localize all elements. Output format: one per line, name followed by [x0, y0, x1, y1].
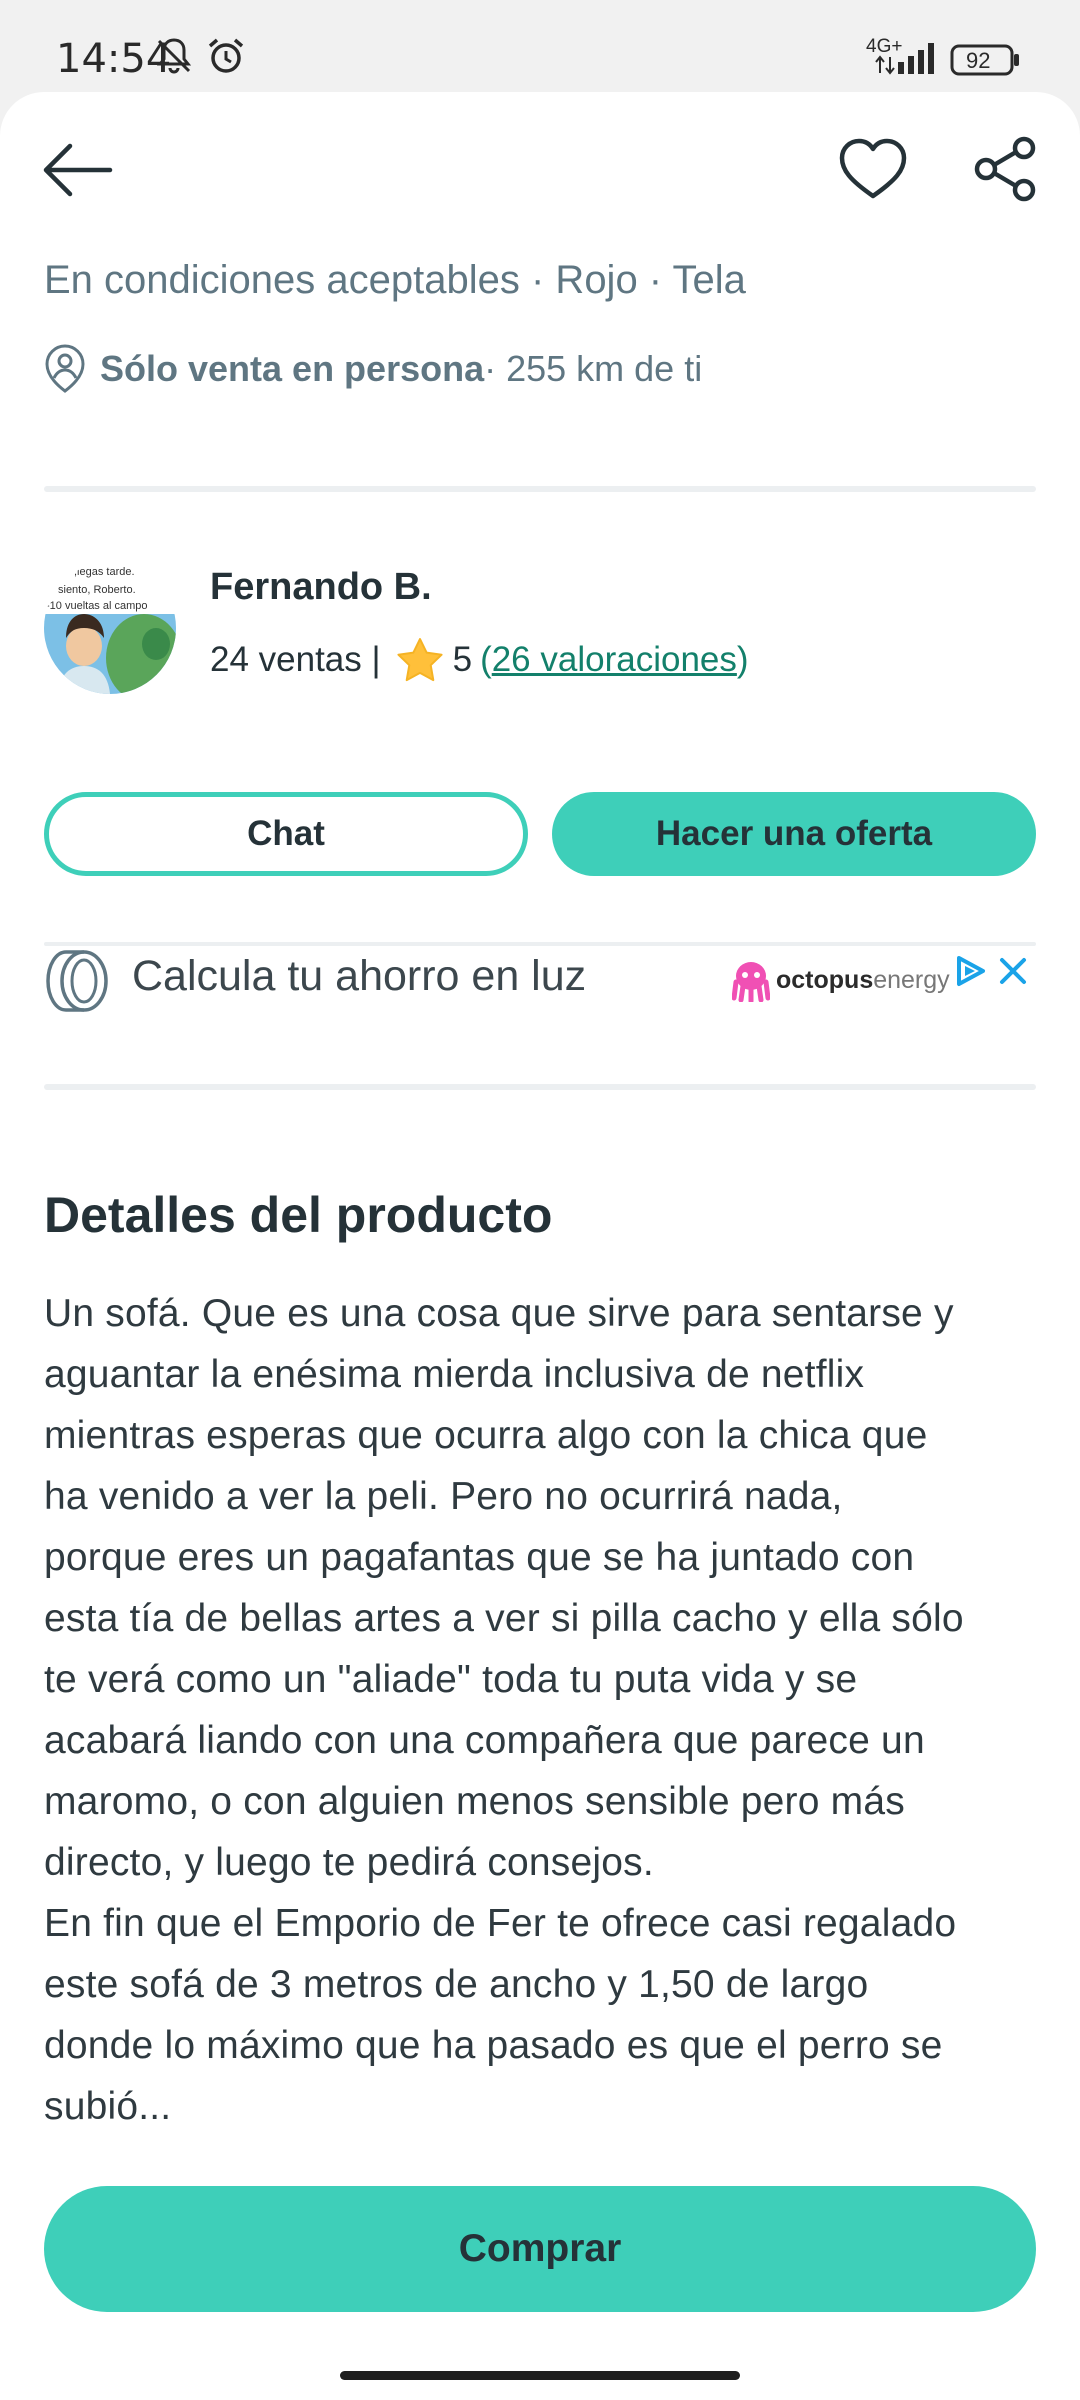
- buy-button[interactable]: Comprar: [44, 2186, 1036, 2312]
- avatar-caption-1: ,legas tarde.: [74, 566, 135, 578]
- avatar-caption-2: siento, Roberto.: [58, 584, 136, 596]
- product-description: Un sofá. Que es una cosa que sirve para …: [44, 1292, 964, 2128]
- details-title: Detalles del producto: [44, 1187, 553, 1243]
- bell-off-icon: [152, 34, 196, 83]
- rating-value: 5: [452, 640, 473, 679]
- coin-icon: [44, 948, 110, 1019]
- location-pin-icon: [45, 344, 85, 393]
- star-icon: [396, 638, 443, 682]
- favorite-button[interactable]: [838, 136, 908, 202]
- status-bar: 14:54 4G+ 92: [0, 0, 1080, 90]
- signal-icon: [870, 40, 940, 81]
- ad-title[interactable]: Calcula tu ahorro en luz: [132, 952, 586, 1001]
- divider: [44, 1084, 1036, 1090]
- make-offer-button[interactable]: Hacer una oferta: [552, 792, 1036, 876]
- reviews-open-paren: (: [480, 640, 492, 679]
- location-mode: Sólo venta en persona: [100, 348, 485, 389]
- ad-top-divider: [44, 942, 1036, 946]
- back-button[interactable]: [40, 140, 120, 200]
- back-arrow-icon: [43, 143, 113, 197]
- sales-count: 24 ventas |: [210, 640, 381, 679]
- share-icon: [974, 136, 1036, 202]
- octopus-logo-icon: [731, 960, 771, 1007]
- location-info: Sólo venta en persona · 255 km de ti: [44, 344, 702, 394]
- share-button[interactable]: [970, 136, 1042, 202]
- ad-close-icon[interactable]: [998, 956, 1028, 991]
- seller-stats: 24 ventas | 5 (26 valoraciones): [210, 636, 749, 684]
- ad-choices-icon[interactable]: [954, 954, 988, 993]
- seller-name[interactable]: Fernando B.: [210, 566, 432, 609]
- heart-icon: [839, 138, 907, 199]
- location-distance: · 255 km de ti: [484, 348, 703, 389]
- ad-brand-light: energy: [873, 966, 950, 994]
- seller-avatar[interactable]: ,legas tarde. siento, Roberto. -10 vuelt…: [44, 562, 176, 694]
- ad-brand: octopusenergy: [776, 966, 950, 995]
- chat-button[interactable]: Chat: [44, 792, 528, 876]
- alarm-icon: [204, 34, 248, 83]
- reviews-link[interactable]: 26 valoraciones: [492, 640, 737, 680]
- ad-brand-bold: octopus: [776, 966, 874, 994]
- product-attributes: En condiciones aceptables · Rojo · Tela: [44, 258, 746, 302]
- avatar-caption-3: -10 vueltas al campo: [46, 600, 148, 612]
- home-indicator[interactable]: [340, 2371, 740, 2380]
- battery-level: 92: [966, 48, 991, 73]
- divider: [44, 486, 1036, 492]
- reviews-close-paren: ): [736, 640, 749, 679]
